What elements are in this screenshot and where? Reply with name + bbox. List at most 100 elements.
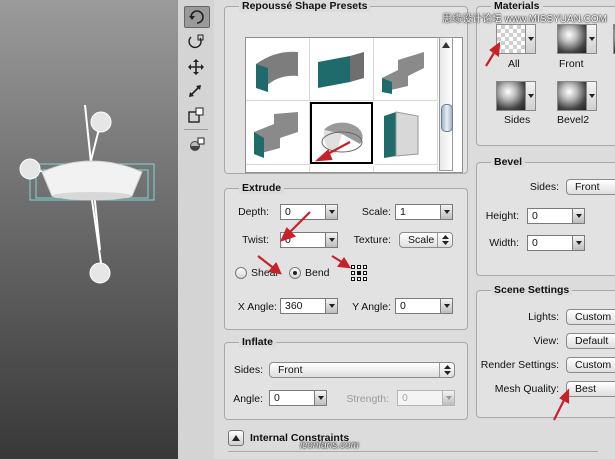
x-angle-field[interactable]: 360 <box>280 298 325 314</box>
y-angle-label: Y Angle: <box>352 301 391 313</box>
chevron-down-icon[interactable] <box>440 204 453 220</box>
reference-point-grid-icon[interactable] <box>351 265 367 281</box>
chevron-down-icon[interactable] <box>325 204 338 220</box>
shape-presets-grid[interactable] <box>245 37 463 173</box>
internal-constraints-toggle[interactable] <box>228 430 244 446</box>
scale-combo[interactable]: 1 <box>395 204 453 220</box>
material-sides-preview[interactable] <box>496 81 526 111</box>
bevel-height-label: Height: <box>485 210 519 222</box>
chevron-down-icon <box>442 390 455 406</box>
material-front-swatch[interactable] <box>557 24 597 58</box>
chevron-down-icon[interactable] <box>526 81 536 111</box>
lights-popup[interactable]: Custom <box>566 309 615 325</box>
scene-settings-group: Scene Settings Lights: Custom View: Defa… <box>476 284 615 418</box>
bevel-width-label: Width: <box>489 237 519 249</box>
chevron-down-icon[interactable] <box>440 298 453 314</box>
presets-scrollbar[interactable] <box>439 37 453 171</box>
material-sides-swatch[interactable] <box>496 81 536 115</box>
light-sphere-icon <box>89 262 111 284</box>
inflate-group: Inflate Sides: Front Angle: 0 Strength: … <box>224 336 468 420</box>
chevron-down-icon[interactable] <box>314 390 327 406</box>
shear-radio[interactable] <box>235 267 247 279</box>
inflate-sides-value: Front <box>278 364 303 376</box>
material-front-label: Front <box>559 58 584 70</box>
lights-value: Custom <box>575 311 612 323</box>
materials-group: Materials All Front Sides Bevel2 <box>476 0 615 146</box>
chevron-down-icon[interactable] <box>325 298 338 314</box>
camera-view-icon[interactable] <box>184 135 208 155</box>
material-all-swatch[interactable] <box>496 24 536 58</box>
inflate-strength-label: Strength: <box>346 393 389 405</box>
scale-tool-icon[interactable] <box>184 105 208 125</box>
extrude-title: Extrude <box>239 182 285 194</box>
drag-tool-icon[interactable] <box>184 57 208 77</box>
light-sphere-icon <box>19 158 41 180</box>
preset-thumbnail-selected[interactable] <box>310 102 373 164</box>
presets-scroll-thumb[interactable] <box>441 104 453 132</box>
bevel-width-combo[interactable]: 0 <box>527 235 585 251</box>
preset-thumbnail[interactable] <box>246 102 310 165</box>
bevel-height-field[interactable]: 0 <box>527 208 572 224</box>
bevel-width-field[interactable]: 0 <box>527 235 572 251</box>
inflate-angle-field[interactable]: 0 <box>269 390 314 406</box>
twist-field[interactable]: 0 <box>280 232 325 248</box>
chevron-down-icon[interactable] <box>587 24 597 54</box>
inflate-angle-label: Angle: <box>233 393 263 405</box>
twist-combo[interactable]: 0 <box>280 232 338 248</box>
material-bevel2-swatch[interactable] <box>557 81 597 115</box>
y-angle-combo[interactable]: 0 <box>395 298 453 314</box>
lights-label: Lights: <box>528 311 559 323</box>
repousse-settings-panel: Repoussé Shape Presets Extrude Depth: 0 … <box>214 0 615 459</box>
bend-label: Bend <box>305 267 330 279</box>
bevel-title: Bevel <box>491 156 526 168</box>
rotate-object-tool-icon[interactable] <box>184 6 210 28</box>
material-front-preview[interactable] <box>557 24 587 54</box>
depth-combo[interactable]: 0 <box>280 204 338 220</box>
view-value: Default <box>575 335 609 347</box>
bevel-sides-value: Front <box>575 181 600 193</box>
slide-tool-icon[interactable] <box>184 81 208 101</box>
chevron-down-icon[interactable] <box>526 24 536 54</box>
mesh-quality-label: Mesh Quality: <box>494 383 559 395</box>
preset-thumbnail[interactable] <box>374 102 438 165</box>
scale-field[interactable]: 1 <box>395 204 440 220</box>
x-angle-label: X Angle: <box>237 301 277 313</box>
preset-thumbnail[interactable] <box>310 38 374 101</box>
preset-thumbnail[interactable] <box>246 38 310 101</box>
texture-popup[interactable]: Scale <box>399 232 453 248</box>
x-angle-combo[interactable]: 360 <box>280 298 338 314</box>
view-label: View: <box>533 335 560 347</box>
triangle-up-icon <box>232 435 240 441</box>
bevel-group: Bevel Sides: Front Height: 0 Width: 0 <box>476 156 615 276</box>
texture-label: Texture: <box>353 234 391 246</box>
roll-tool-icon[interactable] <box>184 32 208 52</box>
material-all-preview[interactable] <box>496 24 526 54</box>
3d-viewport[interactable] <box>0 0 178 459</box>
inflate-angle-combo[interactable]: 0 <box>269 390 327 406</box>
render-settings-popup[interactable]: Custom <box>566 357 615 373</box>
mesh-quality-value: Best <box>575 383 597 395</box>
preset-thumbnail[interactable] <box>374 38 438 101</box>
mesh-quality-popup[interactable]: Best <box>566 381 615 397</box>
y-angle-field[interactable]: 0 <box>395 298 440 314</box>
render-settings-value: Custom <box>575 359 612 371</box>
material-bevel2-label: Bevel2 <box>557 114 590 126</box>
material-bevel2-preview[interactable] <box>557 81 587 111</box>
depth-field[interactable]: 0 <box>280 204 325 220</box>
scene-settings-title: Scene Settings <box>491 284 573 296</box>
up-down-arrows-icon <box>437 233 452 247</box>
light-guide-line <box>91 199 103 271</box>
bend-radio[interactable] <box>289 267 301 279</box>
view-popup[interactable]: Default <box>566 333 615 349</box>
inflate-sides-popup[interactable]: Front <box>269 362 455 378</box>
chevron-down-icon[interactable] <box>572 208 585 224</box>
light-sphere-icon <box>90 111 112 133</box>
bevel-sides-popup[interactable]: Front <box>566 179 615 195</box>
chevron-down-icon[interactable] <box>572 235 585 251</box>
chevron-down-icon[interactable] <box>587 81 597 111</box>
shape-presets-group: Repoussé Shape Presets <box>224 0 468 174</box>
material-all-label: All <box>508 58 520 70</box>
chevron-down-icon[interactable] <box>325 232 338 248</box>
bevel-height-combo[interactable]: 0 <box>527 208 585 224</box>
3d-tool-strip <box>178 0 215 459</box>
